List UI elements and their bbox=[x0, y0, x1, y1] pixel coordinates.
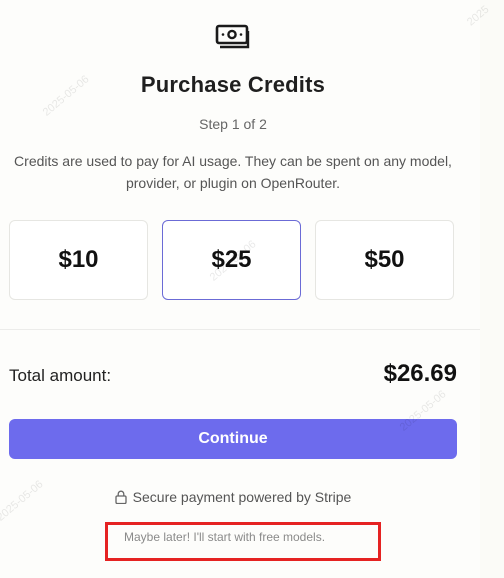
continue-button[interactable]: Continue bbox=[9, 419, 457, 459]
amount-label: $50 bbox=[364, 246, 405, 273]
amount-option-50[interactable]: $50 bbox=[315, 220, 454, 300]
purchase-credits-page: Purchase Credits Step 1 of 2 Credits are… bbox=[0, 0, 504, 578]
continue-label: Continue bbox=[198, 430, 268, 447]
page-title: Purchase Credits bbox=[140, 72, 326, 97]
total-amount-label: Total amount: bbox=[9, 366, 112, 385]
credits-description: Credits are used to pay for AI usage. Th… bbox=[14, 153, 452, 191]
right-edge bbox=[480, 0, 504, 578]
lock-icon bbox=[115, 490, 127, 504]
step-indicator: Step 1 of 2 bbox=[199, 116, 267, 132]
amount-options: $10 $25 $50 bbox=[9, 220, 457, 302]
total-amount-value: $26.69 bbox=[383, 360, 457, 387]
money-icon bbox=[215, 24, 250, 49]
secure-payment-note: Secure payment powered by Stripe bbox=[0, 489, 466, 505]
amount-label: $25 bbox=[211, 246, 252, 273]
divider bbox=[0, 329, 480, 330]
amount-option-10[interactable]: $10 bbox=[9, 220, 148, 300]
highlight-box bbox=[105, 522, 381, 561]
amount-option-25[interactable]: $25 bbox=[162, 220, 301, 300]
amount-label: $10 bbox=[58, 246, 99, 273]
secure-text: Secure payment powered by Stripe bbox=[132, 489, 352, 505]
